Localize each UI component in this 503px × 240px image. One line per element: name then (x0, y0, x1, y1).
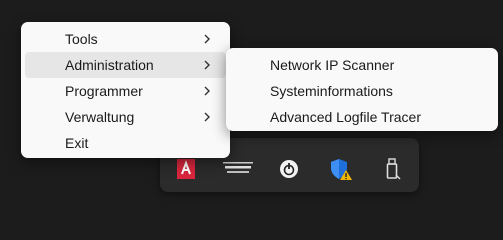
chevron-right-icon (204, 112, 210, 122)
menu-item-administration[interactable]: Administration (25, 52, 226, 78)
submenu-item-advanced-logfile-tracer[interactable]: Advanced Logfile Tracer (230, 104, 494, 130)
submenu-item-label: Advanced Logfile Tracer (270, 109, 421, 125)
desktop: Tools Administration Programmer Verwaltu… (0, 0, 503, 209)
administration-submenu: Network IP Scanner Systeminformations Ad… (226, 48, 498, 131)
menu-item-label: Exit (65, 135, 89, 151)
submenu-item-systeminformations[interactable]: Systeminformations (230, 78, 494, 104)
chevron-right-icon (204, 34, 210, 44)
submenu-item-network-ip-scanner[interactable]: Network IP Scanner (230, 52, 494, 78)
chevron-right-icon (204, 86, 210, 96)
usb-drive-icon[interactable] (377, 153, 409, 185)
power-app-icon[interactable] (273, 153, 305, 185)
menu-item-tools[interactable]: Tools (25, 26, 226, 52)
steve-sullivan-logo-icon[interactable] (222, 153, 254, 185)
menu-item-programmer[interactable]: Programmer (25, 78, 226, 104)
menu-item-label: Tools (65, 31, 98, 47)
menu-item-verwaltung[interactable]: Verwaltung (25, 104, 226, 130)
windows-security-warning-icon[interactable] (325, 153, 357, 185)
menu-item-label: Administration (65, 57, 154, 73)
tray-context-menu: Tools Administration Programmer Verwaltu… (21, 22, 230, 158)
menu-item-exit[interactable]: Exit (25, 130, 226, 156)
submenu-item-label: Network IP Scanner (270, 57, 395, 73)
menu-item-label: Verwaltung (65, 109, 135, 125)
menu-item-label: Programmer (65, 83, 143, 99)
submenu-item-label: Systeminformations (270, 83, 393, 99)
chevron-right-icon (204, 60, 210, 70)
